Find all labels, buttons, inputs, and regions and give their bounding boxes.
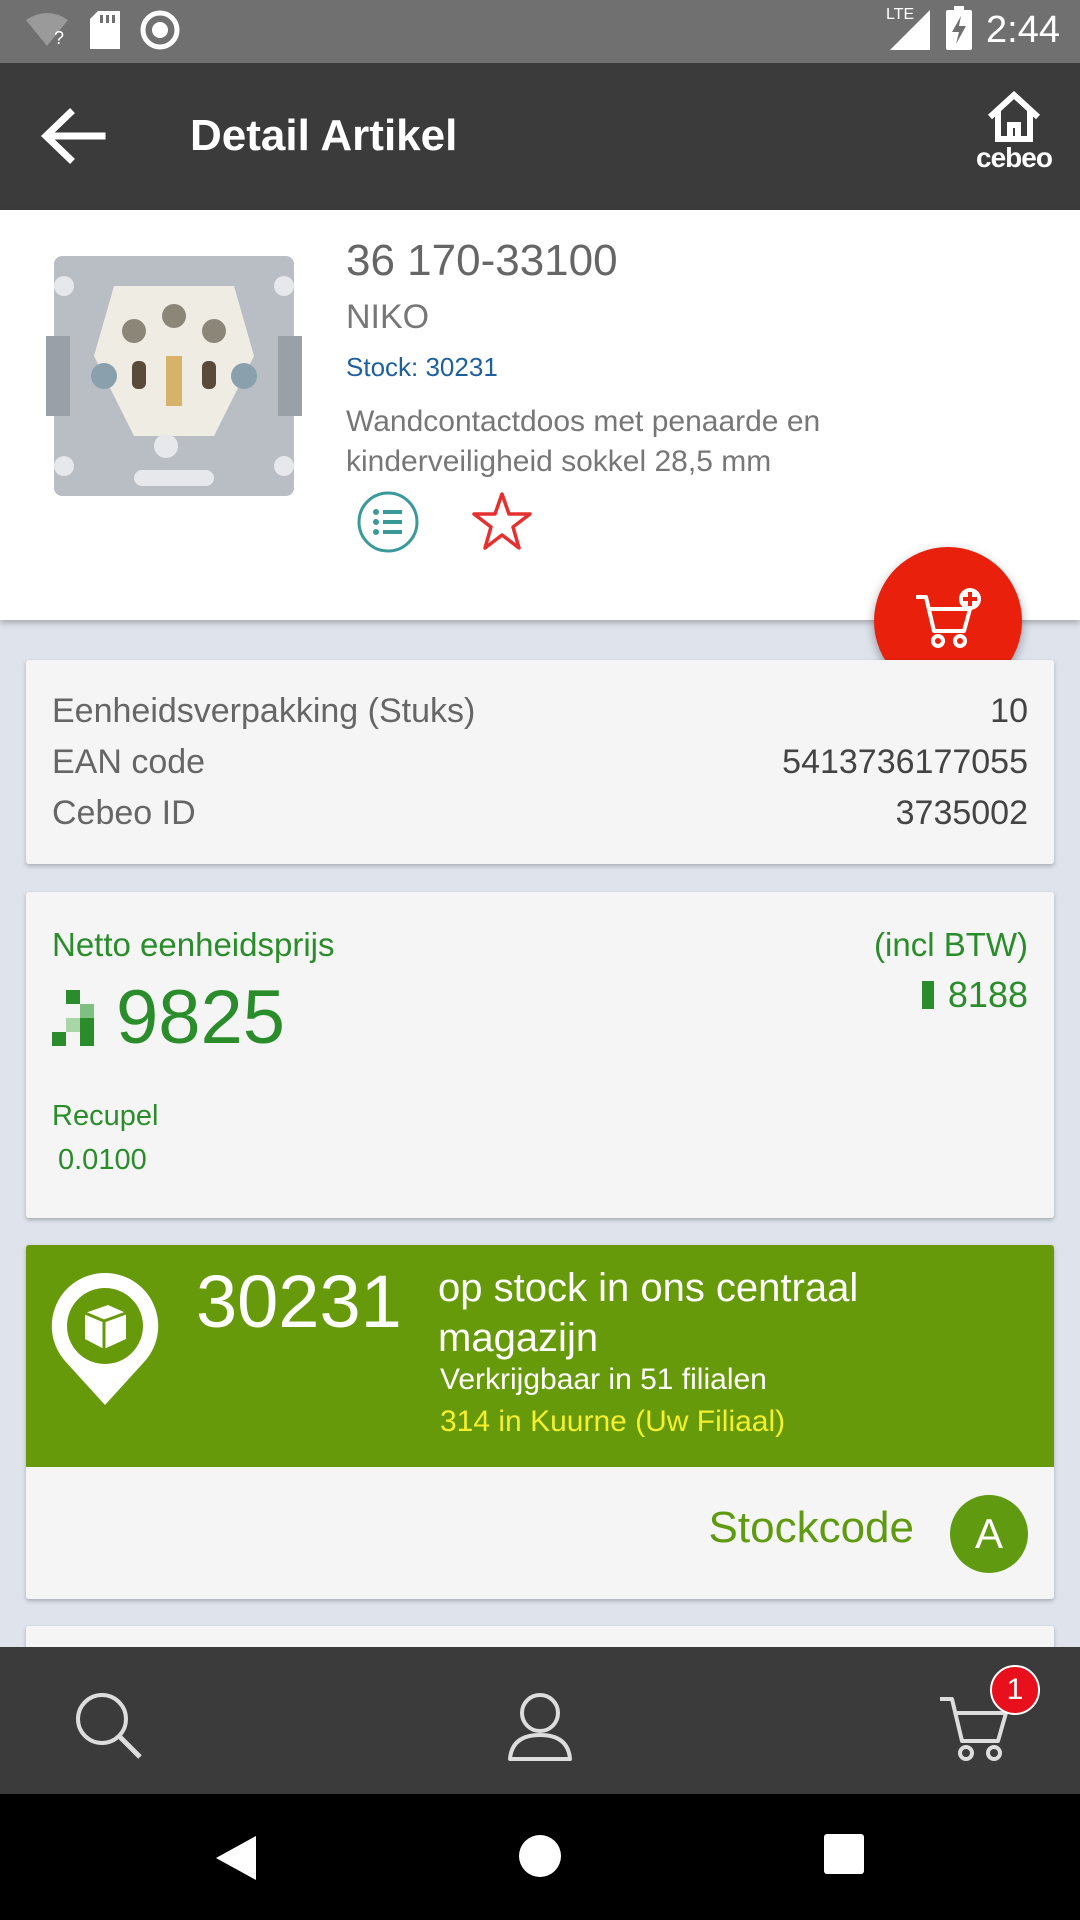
home-circle-icon[interactable] (518, 1834, 562, 1883)
network-type-label: LTE (886, 6, 915, 23)
currency-small-icon (921, 981, 934, 1009)
price-label: Netto eenheidsprijs (52, 926, 335, 963)
favorite-star-icon[interactable] (470, 490, 534, 554)
signal-icon: LTE (886, 6, 932, 55)
sd-card-icon (90, 11, 120, 54)
detail-value: 5413736177055 (782, 743, 1028, 781)
price-card: Netto eenheidsprijs (incl BTW) 9825 8188… (26, 892, 1054, 1218)
product-description: Wandcontactdoos met penaarde en kinderve… (346, 405, 821, 478)
system-navigation-bar (0, 1794, 1080, 1920)
recupel-value: 0.0100 (58, 1144, 147, 1176)
back-triangle-icon[interactable] (214, 1834, 258, 1887)
cebeo-logo: cebeo (976, 142, 1053, 173)
details-card: Eenheidsverpakking (Stuks) 10 EAN code 5… (26, 660, 1054, 864)
local-branch-stock: 314 in Kuurne (Uw Filiaal) (440, 1405, 786, 1438)
svg-text:?: ? (54, 28, 64, 48)
stock-quantity: 30231 (196, 1260, 402, 1343)
wifi-question-icon: ? (24, 12, 70, 53)
search-icon[interactable] (68, 1685, 148, 1765)
price-incl-btw: 8188 (921, 974, 1028, 1016)
price-incl-value: 8188 (947, 974, 1028, 1015)
incl-btw-label: (incl BTW) (874, 926, 1028, 963)
recents-square-icon[interactable] (824, 1834, 864, 1879)
stock-card: 30231 op stock in ons centraal magazijn … (26, 1245, 1054, 1599)
product-code: 36 170-33100 (346, 236, 618, 285)
net-price-value: 9825 (116, 975, 286, 1060)
product-image (44, 246, 304, 506)
detail-label: Eenheidsverpakking (Stuks) (52, 692, 476, 730)
cart-count-badge: 1 (990, 1665, 1040, 1715)
currency-icon (52, 989, 94, 1046)
app-bar: Detail Artikel cebeo (0, 63, 1080, 210)
product-stock: Stock: 30231 (346, 352, 498, 382)
stock-location-icon (50, 1271, 160, 1410)
clock: 2:44 (986, 9, 1060, 51)
detail-row: Cebeo ID 3735002 (52, 794, 1028, 833)
detail-row: EAN code 5413736177055 (52, 743, 1028, 782)
detail-label: Cebeo ID (52, 794, 196, 832)
detail-row: Eenheidsverpakking (Stuks) 10 (52, 692, 1028, 731)
product-brand: NIKO (346, 298, 430, 336)
back-arrow-icon[interactable] (38, 101, 108, 171)
branches-availability: Verkrijgbaar in 51 filialen (440, 1363, 767, 1396)
detail-label: EAN code (52, 743, 206, 781)
profile-icon[interactable] (500, 1685, 580, 1765)
stock-banner: 30231 op stock in ons centraal magazijn … (26, 1245, 1054, 1467)
stock-location-text: op stock in ons centraal magazijn (438, 1266, 859, 1360)
stockcode-badge: A (950, 1495, 1028, 1573)
status-bar: ? LTE 2:44 (0, 0, 1080, 63)
detail-value: 10 (990, 692, 1028, 730)
circle-icon (140, 10, 180, 55)
page-title: Detail Artikel (190, 111, 458, 160)
recupel-label: Recupel (52, 1100, 159, 1132)
list-icon[interactable] (356, 490, 420, 554)
detail-value: 3735002 (895, 794, 1028, 832)
battery-charging-icon (946, 6, 973, 55)
home-icon (987, 90, 1041, 142)
stockcode-label: Stockcode (708, 1503, 914, 1552)
home-button[interactable]: cebeo (968, 90, 1060, 181)
net-price: 9825 (52, 974, 285, 1061)
cart-add-icon (916, 588, 981, 648)
bottom-navigation (0, 1647, 1080, 1794)
